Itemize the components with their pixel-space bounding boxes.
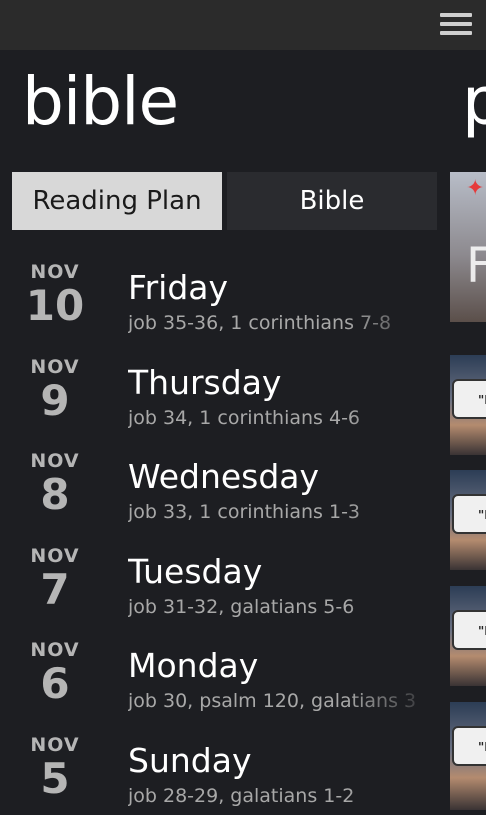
- menu-line: [440, 22, 472, 26]
- readings-label: job 31-32, galatians 5-6: [128, 594, 440, 620]
- plan-thumbnail[interactable]: "LE: [450, 355, 486, 455]
- readings-label: job 35-36, 1 corinthians 7-8: [128, 310, 440, 336]
- plan-day-item[interactable]: NOV 6 Monday job 30, psalm 120, galatian…: [0, 626, 440, 721]
- date-month: NOV: [12, 735, 98, 755]
- weekday-label: Monday: [128, 646, 440, 686]
- weekday-label: Thursday: [128, 363, 440, 403]
- date-block: NOV 8: [12, 451, 98, 517]
- weekday-label: Tuesday: [128, 552, 440, 592]
- date-block: NOV 5: [12, 735, 98, 801]
- date-day: 8: [12, 473, 98, 517]
- weekday-label: Friday: [128, 268, 440, 308]
- date-block: NOV 6: [12, 640, 98, 706]
- menu-line: [440, 13, 472, 17]
- next-pivot-title[interactable]: p: [462, 62, 486, 142]
- day-info: Monday job 30, psalm 120, galatians 3: [128, 646, 440, 714]
- plan-thumbnail[interactable]: "LE: [450, 702, 486, 810]
- app-bar: [0, 0, 486, 50]
- plan-day-item[interactable]: NOV 7 Tuesday job 31-32, galatians 5-6: [0, 532, 440, 627]
- featured-plan-thumbnail[interactable]: ✦ F: [450, 172, 486, 322]
- readings-label: job 33, 1 corinthians 1-3: [128, 499, 440, 525]
- weekday-label: Sunday: [128, 741, 440, 781]
- page-title: bible: [22, 62, 178, 142]
- day-info: Friday job 35-36, 1 corinthians 7-8: [128, 268, 440, 336]
- plan-day-item[interactable]: NOV 10 Friday job 35-36, 1 corinthians 7…: [0, 248, 440, 343]
- date-month: NOV: [12, 546, 98, 566]
- date-block: NOV 7: [12, 546, 98, 612]
- date-day: 10: [12, 284, 98, 328]
- tab-bible[interactable]: Bible: [227, 172, 437, 230]
- badge-icon: "LE: [452, 610, 486, 650]
- date-block: NOV 10: [12, 262, 98, 328]
- day-info: Thursday job 34, 1 corinthians 4-6: [128, 363, 440, 431]
- plan-day-item[interactable]: NOV 9 Thursday job 34, 1 corinthians 4-6: [0, 343, 440, 438]
- readings-label: job 34, 1 corinthians 4-6: [128, 405, 440, 431]
- plan-day-item[interactable]: NOV 8 Wednesday job 33, 1 corinthians 1-…: [0, 437, 440, 532]
- date-day: 7: [12, 568, 98, 612]
- date-block: NOV 9: [12, 357, 98, 423]
- date-day: 9: [12, 379, 98, 423]
- date-month: NOV: [12, 451, 98, 471]
- menu-line: [440, 31, 472, 35]
- date-month: NOV: [12, 357, 98, 377]
- date-month: NOV: [12, 640, 98, 660]
- reading-plan-list: NOV 10 Friday job 35-36, 1 corinthians 7…: [0, 248, 440, 815]
- readings-label: job 30, psalm 120, galatians 3: [128, 688, 440, 714]
- date-day: 6: [12, 662, 98, 706]
- featured-thumbnail-letter: F: [466, 242, 486, 290]
- plan-thumbnail[interactable]: "LE: [450, 470, 486, 570]
- badge-icon: "LE: [452, 494, 486, 534]
- readings-label: job 28-29, galatians 1-2: [128, 783, 440, 809]
- day-info: Tuesday job 31-32, galatians 5-6: [128, 552, 440, 620]
- date-month: NOV: [12, 262, 98, 282]
- plan-day-item[interactable]: NOV 5 Sunday job 28-29, galatians 1-2: [0, 721, 440, 815]
- star-icon: ✦: [466, 176, 484, 201]
- day-info: Sunday job 28-29, galatians 1-2: [128, 741, 440, 809]
- weekday-label: Wednesday: [128, 457, 440, 497]
- date-day: 5: [12, 757, 98, 801]
- badge-icon: "LE: [452, 379, 486, 419]
- tab-reading-plan[interactable]: Reading Plan: [12, 172, 222, 230]
- hamburger-menu-icon[interactable]: [440, 13, 472, 37]
- day-info: Wednesday job 33, 1 corinthians 1-3: [128, 457, 440, 525]
- plan-thumbnail[interactable]: "LE: [450, 586, 486, 686]
- badge-icon: "LE: [452, 726, 486, 766]
